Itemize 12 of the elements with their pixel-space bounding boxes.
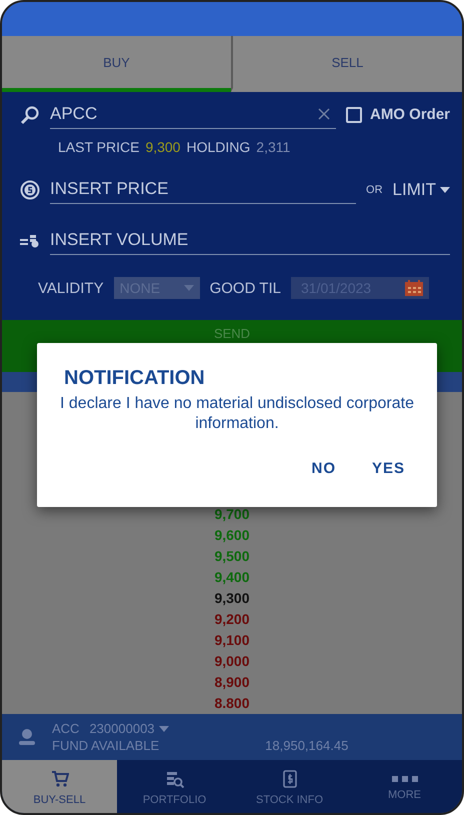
fund-available-label: FUND AVAILABLE: [52, 738, 160, 753]
dialog-message: I declare I have no material undisclosed corporate information.: [59, 394, 415, 434]
validity-label: VALIDITY: [38, 280, 104, 296]
or-label: OR: [366, 184, 383, 196]
holding-value: 2,311: [256, 139, 290, 155]
good-til-label: GOOD TIL: [210, 280, 281, 296]
account-label: ACC: [52, 721, 80, 736]
holding-label: HOLDING: [186, 139, 250, 155]
dialog-title: NOTIFICATION: [64, 367, 206, 390]
fund-available-value: 18,950,164.45: [265, 738, 348, 753]
last-price-label: LAST PRICE: [58, 139, 140, 155]
last-price-value: 9,300: [145, 139, 180, 155]
